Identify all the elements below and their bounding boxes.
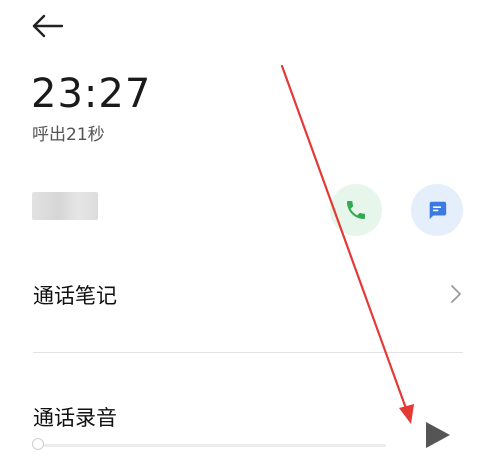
call-button[interactable]	[330, 184, 382, 236]
call-time: 23:27	[31, 71, 152, 117]
recording-progress-track[interactable]	[38, 444, 386, 447]
arrow-left-icon	[32, 14, 64, 38]
play-icon	[426, 422, 450, 448]
message-icon	[429, 201, 447, 220]
call-detail-text: 呼出21秒	[32, 125, 105, 145]
message-button[interactable]	[411, 184, 463, 236]
recording-progress-thumb[interactable]	[32, 438, 44, 450]
call-detail-screen: 23:27 呼出21秒 ██ 通话笔记 通话录音	[0, 0, 500, 460]
call-recording-label: 通话录音	[33, 406, 117, 430]
back-button[interactable]	[28, 10, 68, 44]
chevron-right-icon	[451, 285, 461, 303]
divider	[33, 352, 463, 353]
call-notes-label: 通话笔记	[33, 284, 117, 308]
contact-name-redacted: ██	[32, 192, 98, 220]
call-notes-row[interactable]: 通话笔记	[0, 270, 500, 316]
play-button[interactable]	[420, 418, 456, 454]
phone-icon	[347, 201, 365, 219]
